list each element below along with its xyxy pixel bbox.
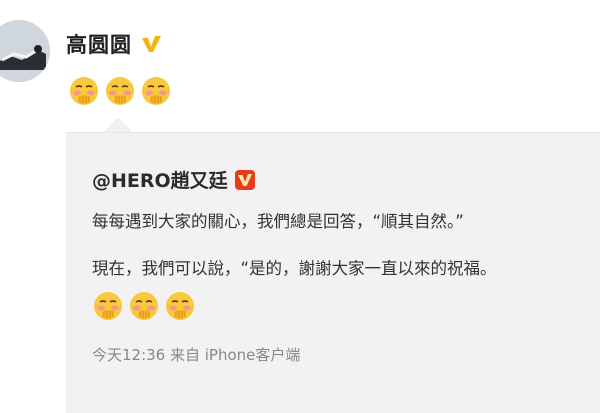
repost-caret	[104, 118, 132, 132]
shy-face-icon	[166, 292, 194, 320]
post-author-name[interactable]: 高圆圆	[66, 29, 132, 59]
shy-face-icon	[70, 77, 98, 105]
repost-text-line: 每每遇到大家的關心，我們總是回答，“順其自然。”	[92, 212, 464, 231]
shy-face-icon	[142, 77, 170, 105]
repost-timestamp-source[interactable]: 今天12:36 来自 iPhone客户端	[92, 344, 300, 365]
repost-emoji-row	[92, 290, 196, 322]
shy-face-icon	[106, 77, 134, 105]
post-emoji-row	[68, 75, 172, 107]
repost-text-line: 現在，我們可以說，“是的，謝謝大家一直以來的祝福。	[92, 259, 497, 278]
shy-face-icon	[130, 292, 158, 320]
avatar[interactable]	[0, 20, 50, 82]
shy-face-icon	[94, 292, 122, 320]
verified-badge-icon	[142, 36, 161, 52]
repost-mention[interactable]: @HERO趙又廷	[92, 166, 256, 193]
repost-mention-link[interactable]: @HERO趙又廷	[92, 166, 228, 193]
verified-badge-icon	[234, 169, 255, 190]
post-author[interactable]: 高圆圆	[66, 29, 162, 59]
